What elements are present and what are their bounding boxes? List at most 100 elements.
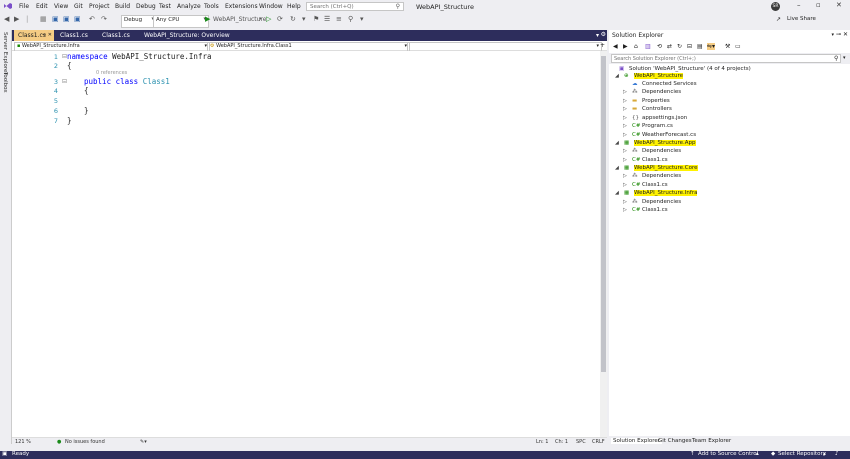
open-folder-icon[interactable]: ▣ <box>52 15 59 23</box>
toolbar-overflow-icon[interactable]: ▾ <box>302 15 306 23</box>
uncomment-icon[interactable]: ≡ <box>336 15 342 23</box>
settings-gear-icon[interactable]: ⚙ <box>601 31 606 38</box>
menu-view[interactable]: View <box>54 3 68 10</box>
start-debugging-icon[interactable]: ▶ <box>205 15 210 23</box>
tab-team-explorer[interactable]: Team Explorer <box>690 438 733 444</box>
tree-item[interactable]: ◢ ▦ WebAPI_Structure.App <box>609 140 850 148</box>
hot-reload-icon[interactable]: ⟳ <box>277 15 283 23</box>
save-icon[interactable]: ▣ <box>63 15 70 23</box>
toolbox-tab[interactable]: Toolbox <box>2 72 8 93</box>
tree-item[interactable]: ◢ ▦ WebAPI_Structure.Infra <box>609 190 850 198</box>
run-target-dropdown-icon[interactable]: ▾ <box>259 16 262 22</box>
collapsed-chevron-icon[interactable]: ▷ <box>623 182 627 188</box>
tree-item[interactable]: ▷ ▬ Controllers <box>609 106 850 114</box>
issues-status[interactable]: No issues found <box>65 439 105 445</box>
add-to-source-control-button[interactable]: Add to Source Control <box>698 451 758 457</box>
tree-item[interactable]: ☁ Connected Services <box>609 81 850 89</box>
tree-item[interactable]: ▷ C# Class1.cs <box>609 207 850 215</box>
pending-changes-icon[interactable]: ⟲ <box>657 43 662 50</box>
pin-icon[interactable]: ⊸ <box>42 32 46 38</box>
zoom-level[interactable]: 121 % <box>15 439 31 445</box>
comment-icon[interactable]: ☰ <box>324 15 330 23</box>
code-cleanup-icon[interactable]: ✎▾ <box>140 439 147 445</box>
chevron-down-icon[interactable]: ▾ <box>843 55 846 61</box>
tree-item[interactable]: ▷ C# Class1.cs <box>609 157 850 165</box>
menu-analyze[interactable]: Analyze <box>177 3 201 10</box>
preview-icon[interactable]: ▭ <box>735 43 741 50</box>
search-input[interactable]: Search (Ctrl+Q) ⚲ <box>306 2 404 11</box>
column-indicator[interactable]: Ch: 1 <box>555 439 568 445</box>
solution-explorer-search-input[interactable]: Search Solution Explorer (Ctrl+;) <box>611 54 841 63</box>
tree-item[interactable]: ▷ ⁂ Dependencies <box>609 199 850 207</box>
tab-list-dropdown-icon[interactable]: ▾ <box>596 32 599 39</box>
menu-edit[interactable]: Edit <box>36 3 48 10</box>
tree-item[interactable]: ▷ ⁂ Dependencies <box>609 173 850 181</box>
menu-build[interactable]: Build <box>115 3 130 10</box>
menu-extensions[interactable]: Extensions <box>225 3 258 10</box>
live-share-button[interactable]: Live Share <box>787 16 816 22</box>
tree-item[interactable]: ▷ C# WeatherForecast.cs <box>609 132 850 140</box>
collapsed-chevron-icon[interactable]: ▷ <box>623 98 627 104</box>
menu-test[interactable]: Test <box>159 3 171 10</box>
collapsed-chevron-icon[interactable]: ▷ <box>623 207 627 213</box>
menu-file[interactable]: File <box>19 3 29 10</box>
tab-class1-infra[interactable]: Class1.cs ⊸ ✕ <box>14 30 54 41</box>
collapsed-chevron-icon[interactable]: ▷ <box>623 106 627 112</box>
line-ending-indicator[interactable]: CRLF <box>592 439 605 445</box>
navigate-forward-icon[interactable]: ▶ <box>14 15 19 23</box>
collapsed-chevron-icon[interactable]: ▷ <box>623 123 627 129</box>
menu-window[interactable]: Window <box>259 3 283 10</box>
collapse-icon[interactable]: ⊟ <box>62 78 67 85</box>
new-project-icon[interactable]: ▦ <box>40 15 47 23</box>
expanded-chevron-icon[interactable]: ◢ <box>615 140 619 146</box>
tree-item[interactable]: ▷ ⁂ Dependencies <box>609 89 850 97</box>
scrollbar-thumb[interactable] <box>601 56 606 372</box>
visual-studio-logo-icon[interactable] <box>3 1 13 11</box>
refresh-icon[interactable]: ↻ <box>677 43 682 50</box>
navigate-back-icon[interactable]: ◀ <box>4 15 9 23</box>
properties-wrench-icon[interactable]: ⚒ <box>725 43 730 50</box>
collapsed-chevron-icon[interactable]: ▷ <box>623 115 627 121</box>
tree-item[interactable]: ▷ C# Class1.cs <box>609 182 850 190</box>
maximize-icon[interactable]: ▫ <box>816 1 821 9</box>
forward-icon[interactable]: ▶ <box>623 43 628 50</box>
notifications-bell-icon[interactable]: ♪ <box>835 451 839 457</box>
menu-git[interactable]: Git <box>74 3 83 10</box>
tree-item[interactable]: ▷ ⁂ Dependencies <box>609 148 850 156</box>
tree-item[interactable]: ▷ {} appsettings.json <box>609 115 850 123</box>
code-lens-references[interactable]: 0 references <box>96 70 127 76</box>
close-tab-icon[interactable]: ✕ <box>48 32 52 38</box>
collapsed-chevron-icon[interactable]: ▷ <box>623 148 627 154</box>
avatar[interactable]: SR <box>771 2 780 11</box>
show-all-files-icon[interactable]: ▤ <box>697 43 703 50</box>
tree-item[interactable]: ◢ ▦ WebAPI_Structure.Core <box>609 165 850 173</box>
whitespace-indicator[interactable]: SPC <box>576 439 586 445</box>
sync-active-document-icon[interactable]: ⇋▾ <box>707 43 716 50</box>
platform-select[interactable]: Any CPU ▾ <box>153 15 209 28</box>
minimize-icon[interactable]: – <box>797 1 801 9</box>
find-icon[interactable]: ⚲ <box>348 15 353 23</box>
collapsed-chevron-icon[interactable]: ▷ <box>623 173 627 179</box>
tree-item[interactable]: ▷ C# Program.cs <box>609 123 850 131</box>
redo-icon[interactable]: ↷ <box>101 15 107 23</box>
switch-views-icon[interactable]: ▥ <box>645 43 651 50</box>
tab-class1-app[interactable]: Class1.cs <box>98 30 134 41</box>
chevron-down-icon[interactable]: ▾ <box>831 32 834 38</box>
tree-item[interactable]: ◢ ⊕ WebAPI_Structure <box>609 73 850 81</box>
tab-git-changes[interactable]: Git Changes <box>656 438 694 444</box>
collapsed-chevron-icon[interactable]: ▷ <box>623 132 627 138</box>
back-icon[interactable]: ◀ <box>613 43 618 50</box>
home-icon[interactable]: ⌂ <box>634 43 638 50</box>
line-indicator[interactable]: Ln: 1 <box>536 439 548 445</box>
start-without-debugging-icon[interactable]: ▷ <box>266 15 271 23</box>
configuration-select[interactable]: Debug ▾ <box>121 15 157 28</box>
undo-icon[interactable]: ↶ <box>89 15 95 23</box>
customize-toolbar-icon[interactable]: ▾ <box>360 15 364 23</box>
select-repository-button[interactable]: Select Repository <box>778 451 826 457</box>
close-icon[interactable]: ✕ <box>836 1 842 9</box>
menu-help[interactable]: Help <box>287 3 301 10</box>
tab-class1-core[interactable]: Class1.cs <box>56 30 92 41</box>
bookmark-icon[interactable]: ⚑ <box>313 15 319 23</box>
server-explorer-tab[interactable]: Server Explorer <box>2 32 8 75</box>
close-icon[interactable]: ✕ <box>843 31 848 38</box>
